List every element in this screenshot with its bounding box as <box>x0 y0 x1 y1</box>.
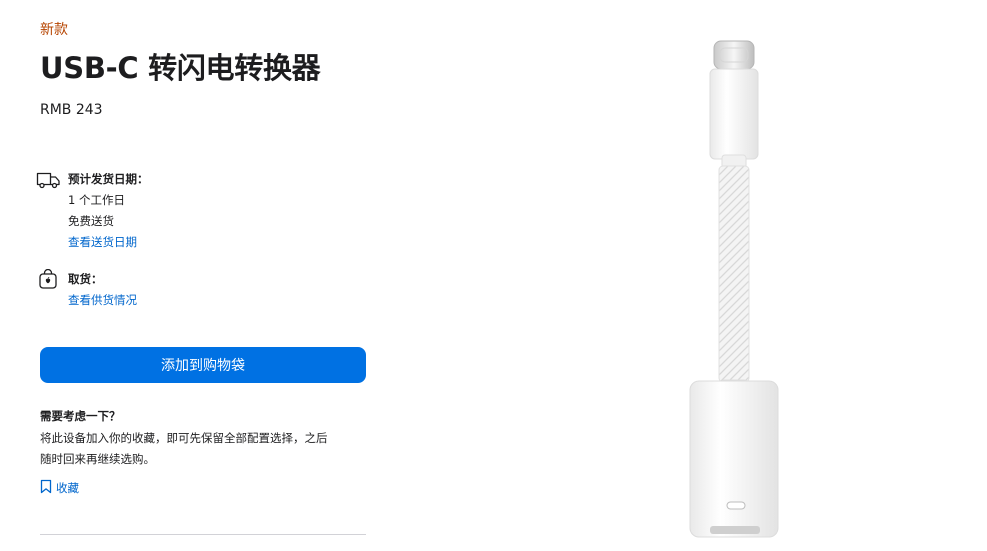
bag-icon <box>38 268 58 293</box>
delivery-days: 1 个工作日 <box>68 193 125 207</box>
bookmark-icon <box>40 479 52 497</box>
consider-body: 将此设备加入你的收藏，即可先保留全部配置选择，之后 随时回来再继续选购。 <box>40 428 366 470</box>
consider-line-1: 将此设备加入你的收藏，即可先保留全部配置选择，之后 <box>40 431 328 445</box>
product-price: RMB 243 <box>40 102 103 118</box>
delivery-heading: 预计发货日期： <box>68 172 149 186</box>
new-label: 新款 <box>40 22 68 38</box>
save-label: 收藏 <box>56 481 79 495</box>
product-image <box>689 40 779 538</box>
view-delivery-dates-link[interactable]: 查看送货日期 <box>68 232 149 253</box>
product-title: USB-C 转闪电转换器 <box>40 51 321 85</box>
pickup-heading: 取货： <box>68 272 103 286</box>
consider-line-2: 随时回来再继续选购。 <box>40 452 155 466</box>
delivery-shipping: 免费送货 <box>68 214 114 228</box>
view-availability-link[interactable]: 查看供货情况 <box>68 290 137 311</box>
pickup-section: 取货： 查看供货情况 <box>36 268 366 313</box>
consider-title: 需要考虑一下？ <box>40 409 121 423</box>
delivery-section: 预计发货日期： 1 个工作日 免费送货 查看送货日期 <box>36 169 366 253</box>
add-to-bag-button[interactable]: 添加到购物袋 <box>40 347 366 383</box>
truck-icon <box>36 171 62 193</box>
save-link[interactable]: 收藏 <box>40 479 79 497</box>
divider <box>40 534 366 535</box>
